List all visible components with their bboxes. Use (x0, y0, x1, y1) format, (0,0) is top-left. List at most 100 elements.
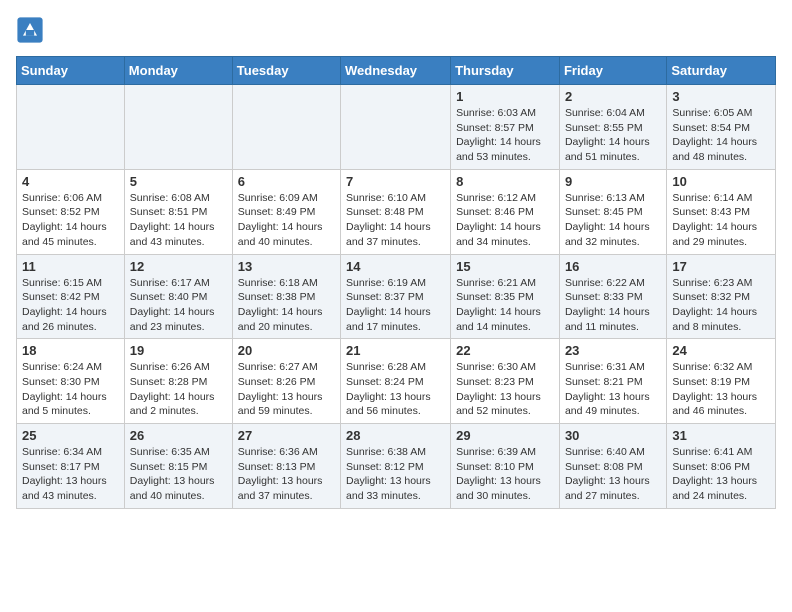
day-number: 1 (456, 89, 554, 104)
day-info: Sunrise: 6:34 AMSunset: 8:17 PMDaylight:… (22, 445, 119, 504)
day-number: 17 (672, 259, 770, 274)
day-info: Sunrise: 6:30 AMSunset: 8:23 PMDaylight:… (456, 360, 554, 419)
day-info: Sunrise: 6:12 AMSunset: 8:46 PMDaylight:… (456, 191, 554, 250)
day-number: 24 (672, 343, 770, 358)
calendar-cell: 8 Sunrise: 6:12 AMSunset: 8:46 PMDaylight… (451, 169, 560, 254)
day-number: 5 (130, 174, 227, 189)
day-number: 12 (130, 259, 227, 274)
day-header-wednesday: Wednesday (341, 57, 451, 85)
day-info: Sunrise: 6:39 AMSunset: 8:10 PMDaylight:… (456, 445, 554, 504)
calendar-cell (17, 85, 125, 170)
calendar-cell: 15Sunrise: 6:21 AMSunset: 8:35 PMDayligh… (451, 254, 560, 339)
day-number: 30 (565, 428, 661, 443)
day-info: Sunrise: 6:08 AMSunset: 8:51 PMDaylight:… (130, 191, 227, 250)
day-info: Sunrise: 6:24 AMSunset: 8:30 PMDaylight:… (22, 360, 119, 419)
day-number: 25 (22, 428, 119, 443)
day-number: 8 (456, 174, 554, 189)
day-number: 27 (238, 428, 335, 443)
day-info: Sunrise: 6:18 AMSunset: 8:38 PMDaylight:… (238, 276, 335, 335)
day-number: 10 (672, 174, 770, 189)
page-header (16, 16, 776, 44)
day-info: Sunrise: 6:35 AMSunset: 8:15 PMDaylight:… (130, 445, 227, 504)
day-number: 23 (565, 343, 661, 358)
calendar-cell: 4 Sunrise: 6:06 AMSunset: 8:52 PMDaylight… (17, 169, 125, 254)
day-number: 6 (238, 174, 335, 189)
calendar-cell: 23 Sunrise: 6:31 AMSunset: 8:21 PMDayligh… (559, 339, 666, 424)
calendar-header-row: SundayMondayTuesdayWednesdayThursdayFrid… (17, 57, 776, 85)
calendar-cell: 14Sunrise: 6:19 AMSunset: 8:37 PMDayligh… (341, 254, 451, 339)
day-number: 7 (346, 174, 445, 189)
day-number: 11 (22, 259, 119, 274)
day-info: Sunrise: 6:41 AMSunset: 8:06 PMDaylight:… (672, 445, 770, 504)
day-info: Sunrise: 6:10 AMSunset: 8:48 PMDaylight:… (346, 191, 445, 250)
calendar-cell: 24 Sunrise: 6:32 AMSunset: 8:19 PMDayligh… (667, 339, 776, 424)
day-info: Sunrise: 6:17 AMSunset: 8:40 PMDaylight:… (130, 276, 227, 335)
day-header-tuesday: Tuesday (232, 57, 340, 85)
day-header-friday: Friday (559, 57, 666, 85)
calendar-cell (341, 85, 451, 170)
day-number: 2 (565, 89, 661, 104)
day-info: Sunrise: 6:19 AMSunset: 8:37 PMDaylight:… (346, 276, 445, 335)
day-number: 16 (565, 259, 661, 274)
calendar-cell: 30 Sunrise: 6:40 AMSunset: 8:08 PMDayligh… (559, 424, 666, 509)
day-info: Sunrise: 6:21 AMSunset: 8:35 PMDaylight:… (456, 276, 554, 335)
day-info: Sunrise: 6:06 AMSunset: 8:52 PMDaylight:… (22, 191, 119, 250)
calendar-week-4: 18 Sunrise: 6:24 AMSunset: 8:30 PMDayligh… (17, 339, 776, 424)
logo-icon (16, 16, 44, 44)
calendar-cell: 28Sunrise: 6:38 AMSunset: 8:12 PMDayligh… (341, 424, 451, 509)
calendar-cell: 19 Sunrise: 6:26 AMSunset: 8:28 PMDayligh… (124, 339, 232, 424)
calendar-cell: 25 Sunrise: 6:34 AMSunset: 8:17 PMDayligh… (17, 424, 125, 509)
day-info: Sunrise: 6:04 AMSunset: 8:55 PMDaylight:… (565, 106, 661, 165)
day-info: Sunrise: 6:05 AMSunset: 8:54 PMDaylight:… (672, 106, 770, 165)
day-header-thursday: Thursday (451, 57, 560, 85)
day-info: Sunrise: 6:26 AMSunset: 8:28 PMDaylight:… (130, 360, 227, 419)
calendar-cell: 31 Sunrise: 6:41 AMSunset: 8:06 PMDayligh… (667, 424, 776, 509)
calendar-cell: 2 Sunrise: 6:04 AMSunset: 8:55 PMDaylight… (559, 85, 666, 170)
day-header-saturday: Saturday (667, 57, 776, 85)
day-number: 28 (346, 428, 445, 443)
day-info: Sunrise: 6:36 AMSunset: 8:13 PMDaylight:… (238, 445, 335, 504)
calendar-week-5: 25 Sunrise: 6:34 AMSunset: 8:17 PMDayligh… (17, 424, 776, 509)
calendar-cell: 12 Sunrise: 6:17 AMSunset: 8:40 PMDayligh… (124, 254, 232, 339)
day-info: Sunrise: 6:23 AMSunset: 8:32 PMDaylight:… (672, 276, 770, 335)
calendar-cell: 5 Sunrise: 6:08 AMSunset: 8:51 PMDaylight… (124, 169, 232, 254)
day-info: Sunrise: 6:22 AMSunset: 8:33 PMDaylight:… (565, 276, 661, 335)
day-number: 20 (238, 343, 335, 358)
day-number: 21 (346, 343, 445, 358)
day-number: 19 (130, 343, 227, 358)
calendar-cell: 3 Sunrise: 6:05 AMSunset: 8:54 PMDaylight… (667, 85, 776, 170)
day-info: Sunrise: 6:40 AMSunset: 8:08 PMDaylight:… (565, 445, 661, 504)
day-number: 31 (672, 428, 770, 443)
day-info: Sunrise: 6:13 AMSunset: 8:45 PMDaylight:… (565, 191, 661, 250)
day-info: Sunrise: 6:31 AMSunset: 8:21 PMDaylight:… (565, 360, 661, 419)
day-info: Sunrise: 6:03 AMSunset: 8:57 PMDaylight:… (456, 106, 554, 165)
calendar-cell: 27 Sunrise: 6:36 AMSunset: 8:13 PMDayligh… (232, 424, 340, 509)
day-number: 4 (22, 174, 119, 189)
calendar-week-1: 1 Sunrise: 6:03 AMSunset: 8:57 PMDaylight… (17, 85, 776, 170)
day-number: 29 (456, 428, 554, 443)
day-info: Sunrise: 6:14 AMSunset: 8:43 PMDaylight:… (672, 191, 770, 250)
day-number: 18 (22, 343, 119, 358)
calendar-cell: 29 Sunrise: 6:39 AMSunset: 8:10 PMDayligh… (451, 424, 560, 509)
calendar-week-2: 4 Sunrise: 6:06 AMSunset: 8:52 PMDaylight… (17, 169, 776, 254)
day-number: 26 (130, 428, 227, 443)
day-info: Sunrise: 6:09 AMSunset: 8:49 PMDaylight:… (238, 191, 335, 250)
calendar-cell: 9 Sunrise: 6:13 AMSunset: 8:45 PMDaylight… (559, 169, 666, 254)
day-info: Sunrise: 6:32 AMSunset: 8:19 PMDaylight:… (672, 360, 770, 419)
calendar-cell: 6 Sunrise: 6:09 AMSunset: 8:49 PMDaylight… (232, 169, 340, 254)
calendar-cell: 16 Sunrise: 6:22 AMSunset: 8:33 PMDayligh… (559, 254, 666, 339)
day-number: 22 (456, 343, 554, 358)
calendar-cell: 17 Sunrise: 6:23 AMSunset: 8:32 PMDayligh… (667, 254, 776, 339)
logo (16, 16, 48, 44)
calendar-table: SundayMondayTuesdayWednesdayThursdayFrid… (16, 56, 776, 509)
calendar-cell (124, 85, 232, 170)
day-number: 9 (565, 174, 661, 189)
day-info: Sunrise: 6:15 AMSunset: 8:42 PMDaylight:… (22, 276, 119, 335)
calendar-cell: 13Sunrise: 6:18 AMSunset: 8:38 PMDayligh… (232, 254, 340, 339)
day-header-sunday: Sunday (17, 57, 125, 85)
calendar-cell: 21Sunrise: 6:28 AMSunset: 8:24 PMDayligh… (341, 339, 451, 424)
day-header-monday: Monday (124, 57, 232, 85)
calendar-cell: 20Sunrise: 6:27 AMSunset: 8:26 PMDayligh… (232, 339, 340, 424)
day-number: 3 (672, 89, 770, 104)
calendar-cell: 1 Sunrise: 6:03 AMSunset: 8:57 PMDaylight… (451, 85, 560, 170)
